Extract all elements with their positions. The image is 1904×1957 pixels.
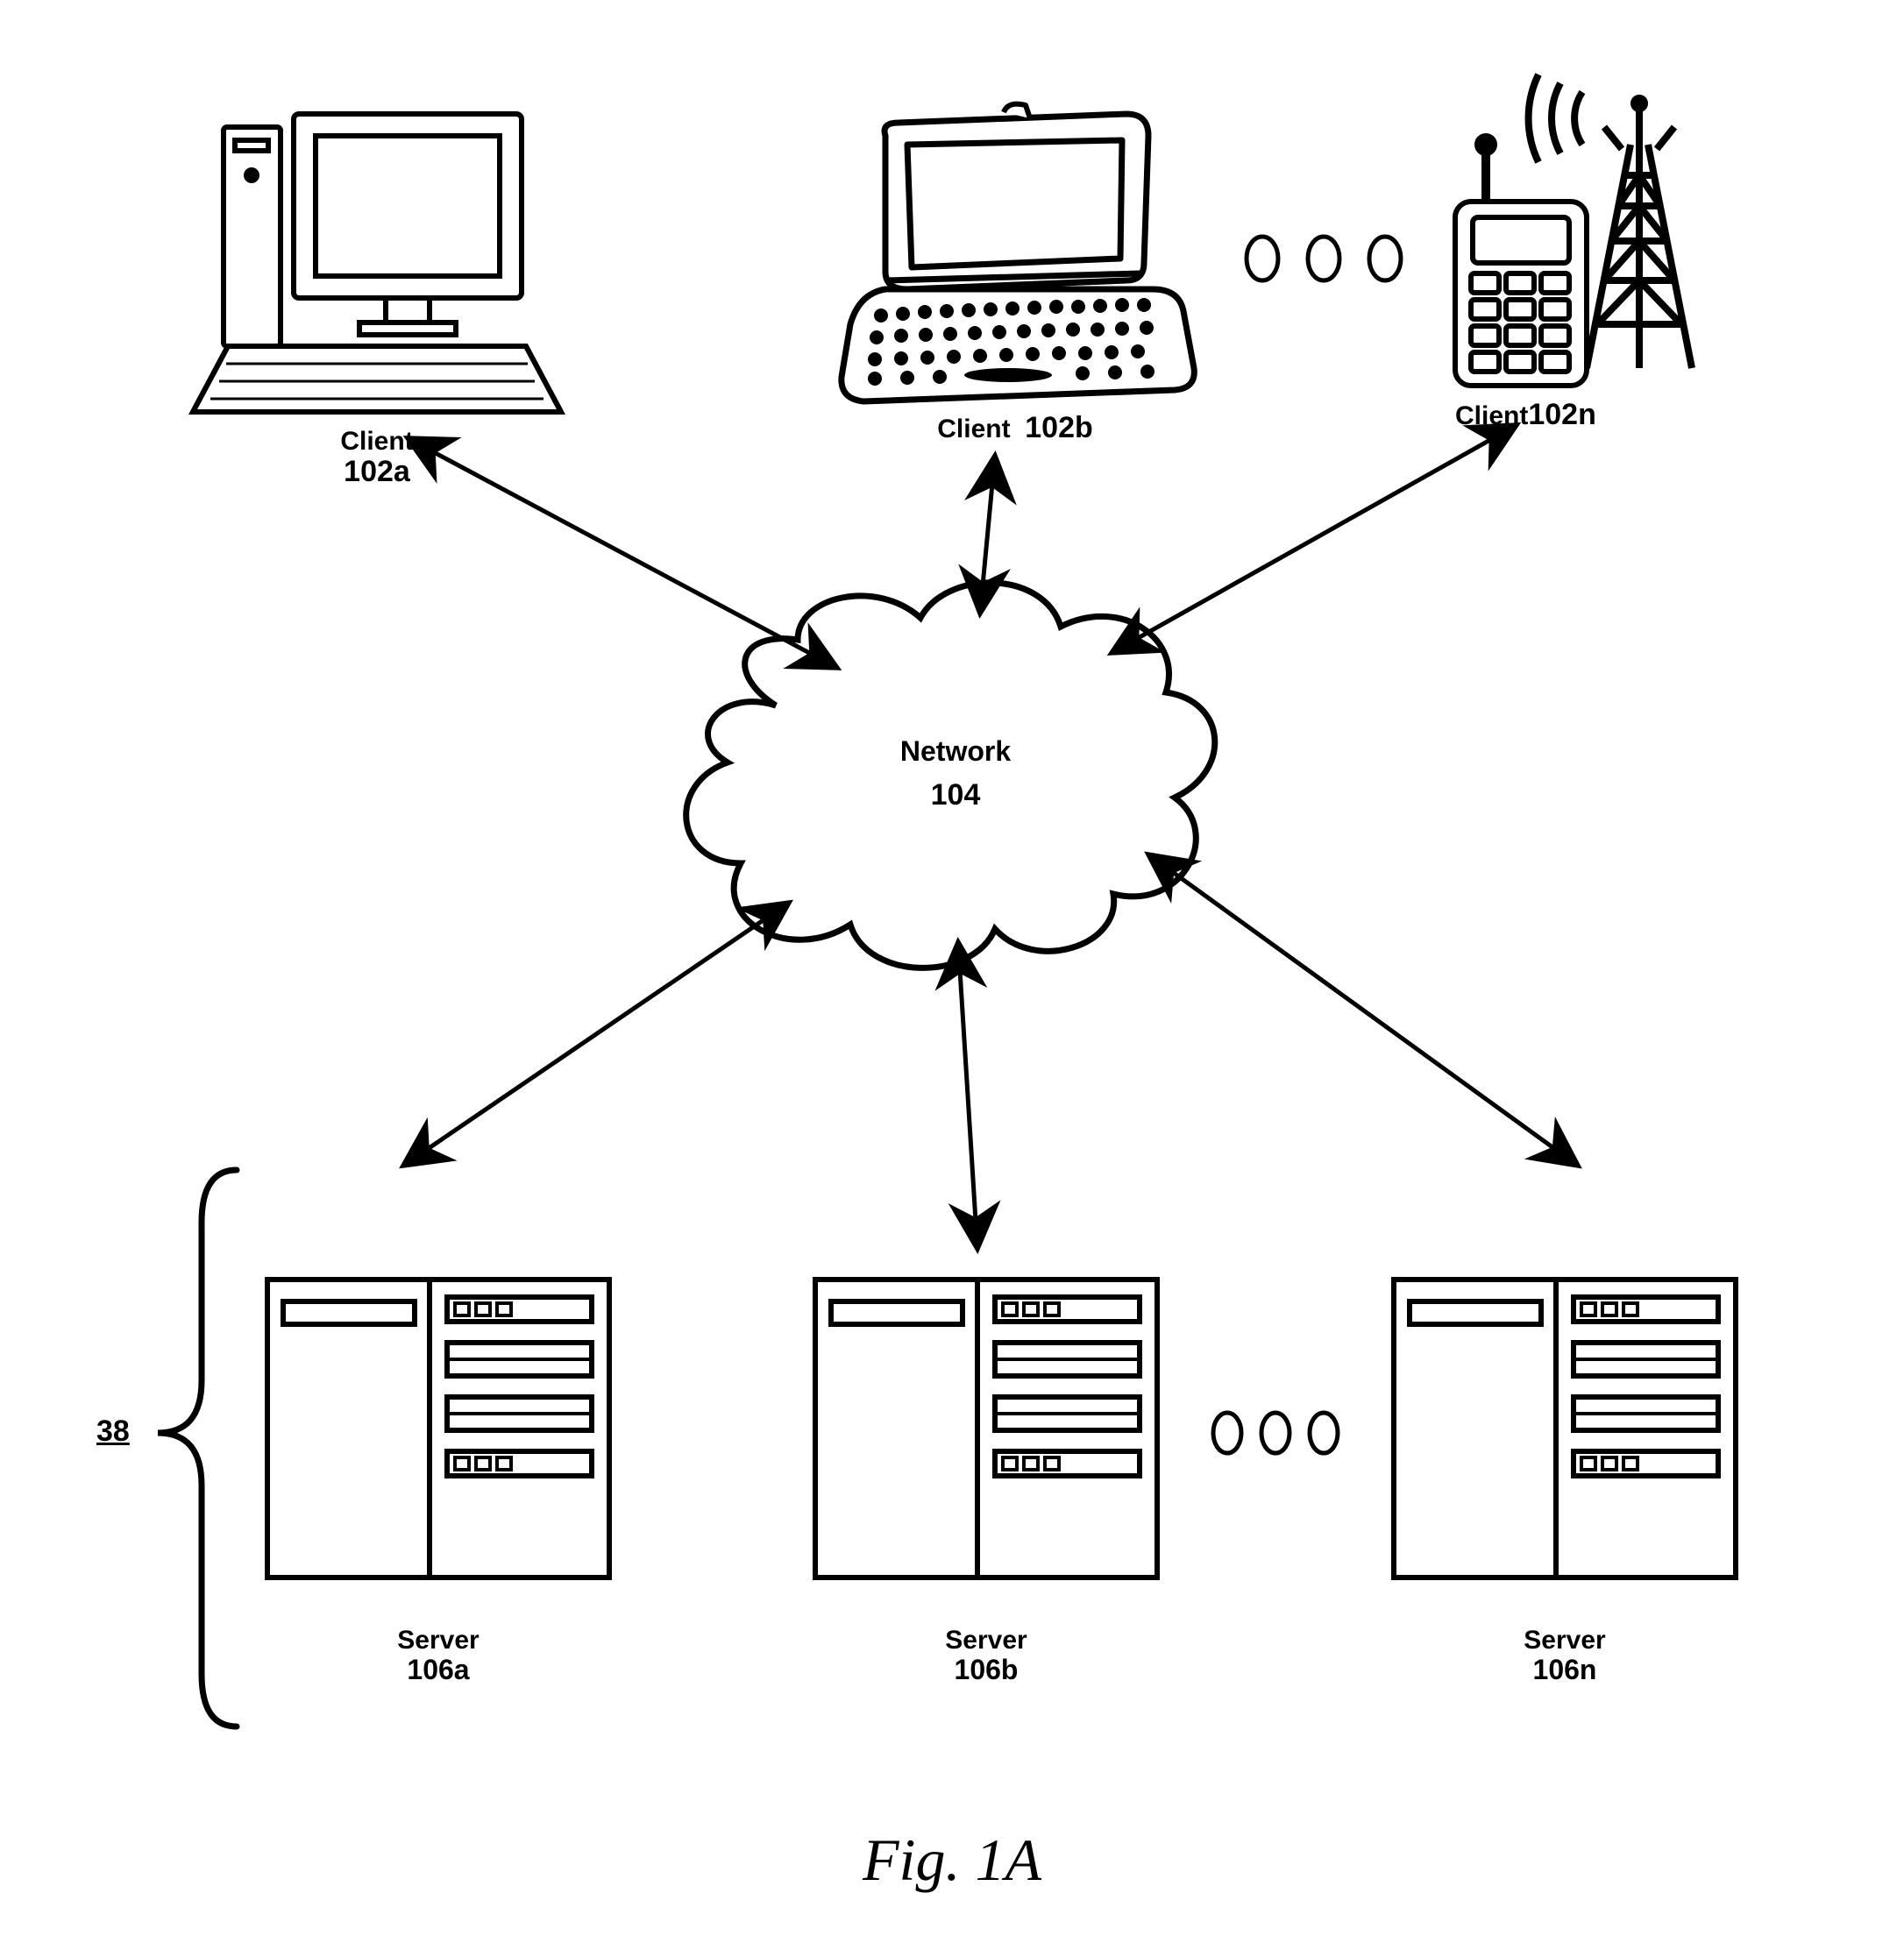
server-a-icon [267, 1280, 609, 1578]
server-n-icon [1394, 1280, 1736, 1578]
client-n-ref: 102n [1528, 398, 1596, 431]
figure-caption: Fig. 1A [0, 1827, 1904, 1893]
client-a-label-text: Client [340, 427, 413, 456]
server-group-brace-icon [158, 1170, 237, 1727]
arrow-server-b [958, 942, 977, 1249]
server-n-label: Server 106n [1477, 1626, 1652, 1685]
client-a-label: Client 102a [298, 427, 456, 488]
arrow-client-n [1112, 425, 1517, 653]
server-b-icon [815, 1280, 1157, 1578]
server-b-ref: 106b [899, 1655, 1074, 1685]
server-group-ref: 38 [96, 1415, 130, 1448]
server-b-label-text: Server [945, 1626, 1027, 1655]
arrow-server-a [403, 903, 789, 1166]
client-n-label-text: Client [1455, 401, 1528, 430]
client-laptop-icon [842, 104, 1194, 401]
client-desktop-icon [193, 114, 561, 412]
client-b-ref: 102b [1025, 411, 1093, 444]
client-n-label: Client102n [1455, 399, 1683, 431]
server-n-label-text: Server [1524, 1626, 1605, 1655]
server-a-ref: 106a [351, 1655, 526, 1685]
ellipsis-clients-icon [1247, 237, 1401, 280]
arrow-client-a [408, 438, 837, 668]
server-n-ref: 106n [1477, 1655, 1652, 1685]
server-a-label-text: Server [397, 1626, 479, 1655]
network-ref: 104 [868, 779, 1043, 812]
arrow-server-n [1148, 854, 1578, 1166]
network-label-text: Network [900, 735, 1011, 767]
server-b-label: Server 106b [899, 1626, 1074, 1685]
client-a-ref: 102a [298, 456, 456, 488]
network-label: Network 104 [868, 736, 1043, 812]
client-mobile-icon [1455, 74, 1692, 386]
server-a-label: Server 106a [351, 1626, 526, 1685]
client-b-label: Client 102b [901, 412, 1129, 444]
ellipsis-servers-icon [1213, 1413, 1338, 1453]
client-b-label-text: Client [937, 415, 1010, 443]
diagram-canvas: Client 102a Client 102b Client102n Netwo… [0, 0, 1904, 1957]
